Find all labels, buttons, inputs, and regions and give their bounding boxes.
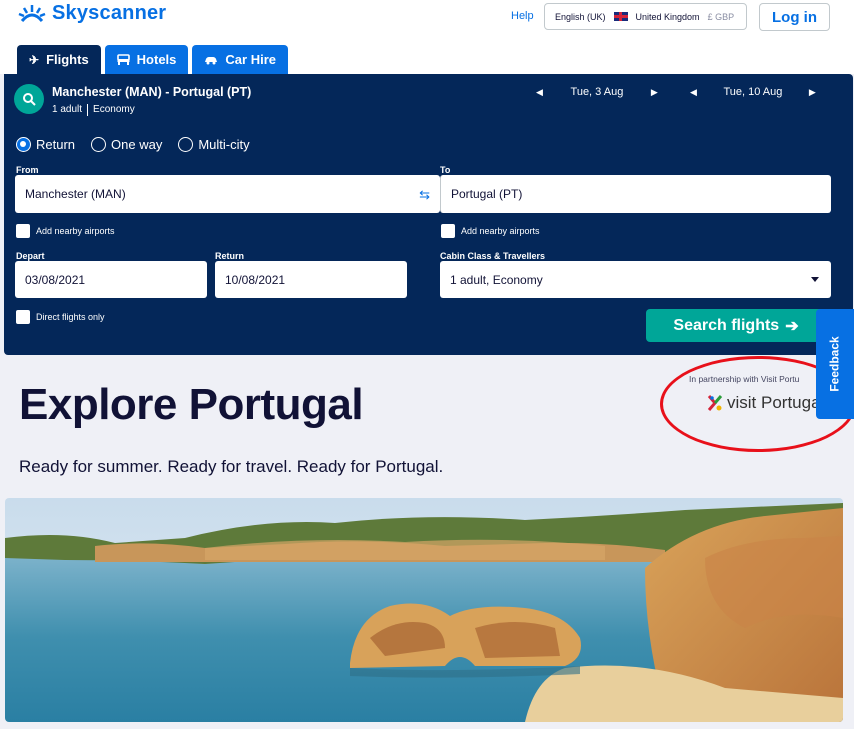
cabin-travellers-select[interactable]: 1 adult, Economy: [440, 261, 831, 298]
swap-airports-icon[interactable]: ⇆: [419, 187, 430, 203]
search-flights-label: Search flights: [673, 316, 780, 334]
multi-city-radio[interactable]: [178, 137, 194, 152]
plane-icon: ✈: [29, 52, 40, 67]
chevron-down-icon: [811, 277, 819, 282]
currency-label: £ GBP: [707, 11, 735, 22]
tab-hotels-label: Hotels: [136, 52, 177, 67]
from-nearby-airports[interactable]: Add nearby airports: [16, 224, 115, 238]
trip-type-return[interactable]: Return: [16, 137, 75, 152]
from-nearby-checkbox[interactable]: [16, 224, 30, 238]
country-label: United Kingdom: [635, 11, 700, 22]
direct-flights-only[interactable]: Direct flights only: [16, 310, 105, 324]
summary-divider: [87, 104, 89, 116]
trip-type-multi-city-label: Multi-city: [198, 137, 250, 152]
search-summary-passengers: 1 adult Economy: [52, 104, 135, 116]
search-summary-button[interactable]: [14, 84, 44, 114]
prev-depart-date-icon[interactable]: ◀: [536, 87, 543, 98]
trip-type-options: Return One way Multi-city: [16, 137, 250, 152]
from-label: From: [16, 165, 39, 175]
return-date-value: 10/08/2021: [225, 272, 286, 287]
flight-search-panel: Manchester (MAN) - Portugal (PT) 1 adult…: [4, 74, 853, 355]
cabin-travellers-label: Cabin Class & Travellers: [440, 251, 546, 261]
to-value: Portugal (PT): [451, 187, 523, 201]
return-radio[interactable]: [16, 137, 31, 152]
bed-icon: [116, 54, 130, 65]
depart-date-summary: Tue, 3 Aug: [570, 86, 624, 98]
trip-type-multi-city[interactable]: Multi-city: [178, 137, 250, 152]
trip-type-one-way-label: One way: [111, 137, 163, 152]
trip-type-return-label: Return: [36, 137, 76, 152]
help-link[interactable]: Help: [511, 10, 534, 22]
login-button[interactable]: Log in: [759, 3, 830, 31]
tab-car-hire[interactable]: Car Hire: [192, 45, 288, 74]
to-field[interactable]: Portugal (PT): [440, 175, 831, 213]
return-label: Return: [215, 251, 244, 261]
tab-hotels[interactable]: Hotels: [104, 45, 189, 74]
car-icon: [205, 56, 218, 64]
depart-date-field[interactable]: 03/08/2021: [15, 261, 207, 298]
depart-label: Depart: [16, 251, 45, 261]
direct-flights-label: Direct flights only: [36, 312, 105, 322]
uk-flag-icon: [613, 12, 628, 21]
tab-car-hire-label: Car Hire: [225, 52, 276, 67]
skyscanner-logo[interactable]: Skyscanner: [18, 2, 166, 25]
portugal-coast-hero-image: [5, 498, 843, 722]
search-icon: [23, 93, 36, 106]
cabin-travellers-value: 1 adult, Economy: [450, 272, 543, 287]
return-date-summary: Tue, 10 Aug: [723, 86, 783, 98]
prev-return-date-icon[interactable]: ◀: [690, 87, 697, 98]
one-way-radio[interactable]: [91, 137, 107, 152]
depart-date-nav: ◀ Tue, 3 Aug ▶: [536, 86, 658, 98]
sunrise-logo-icon: [18, 4, 46, 22]
locale-selector[interactable]: English (UK) United Kingdom £ GBP: [544, 3, 747, 30]
from-field[interactable]: Manchester (MAN) ⇆: [15, 175, 440, 213]
depart-date-value: 03/08/2021: [25, 272, 86, 287]
trip-type-one-way[interactable]: One way: [91, 137, 162, 152]
feedback-button[interactable]: Feedback: [816, 309, 854, 419]
coastline-illustration: [5, 498, 843, 722]
search-summary-route: Manchester (MAN) - Portugal (PT): [52, 85, 252, 99]
to-nearby-label: Add nearby airports: [461, 226, 540, 236]
to-nearby-airports[interactable]: Add nearby airports: [441, 224, 540, 238]
brand-name: Skyscanner: [52, 2, 167, 24]
product-tabs: ✈ Flights Hotels Car Hire: [17, 45, 288, 74]
direct-flights-checkbox[interactable]: [16, 310, 30, 324]
search-flights-button[interactable]: Search flights ➔: [646, 309, 826, 342]
next-return-date-icon[interactable]: ▶: [809, 87, 816, 98]
from-value: Manchester (MAN): [25, 187, 126, 201]
next-depart-date-icon[interactable]: ▶: [651, 87, 658, 98]
language-label: English (UK): [555, 11, 606, 22]
summary-passenger-count: 1 adult: [52, 104, 83, 115]
return-date-nav: ◀ Tue, 10 Aug ▶: [690, 86, 816, 98]
tab-flights-label: Flights: [46, 52, 89, 67]
return-date-field[interactable]: 10/08/2021: [215, 261, 407, 298]
explore-title: Explore Portugal: [19, 380, 364, 429]
site-header: Skyscanner Help English (UK) United King…: [0, 0, 854, 74]
from-nearby-label: Add nearby airports: [36, 226, 115, 236]
tab-flights[interactable]: ✈ Flights: [17, 45, 101, 74]
explore-subtitle: Ready for summer. Ready for travel. Read…: [19, 457, 444, 476]
arrow-right-icon: ➔: [785, 317, 799, 335]
to-nearby-checkbox[interactable]: [441, 224, 455, 238]
to-label: To: [440, 165, 451, 175]
summary-cabin: Economy: [93, 104, 135, 115]
feedback-label: Feedback: [828, 336, 843, 392]
